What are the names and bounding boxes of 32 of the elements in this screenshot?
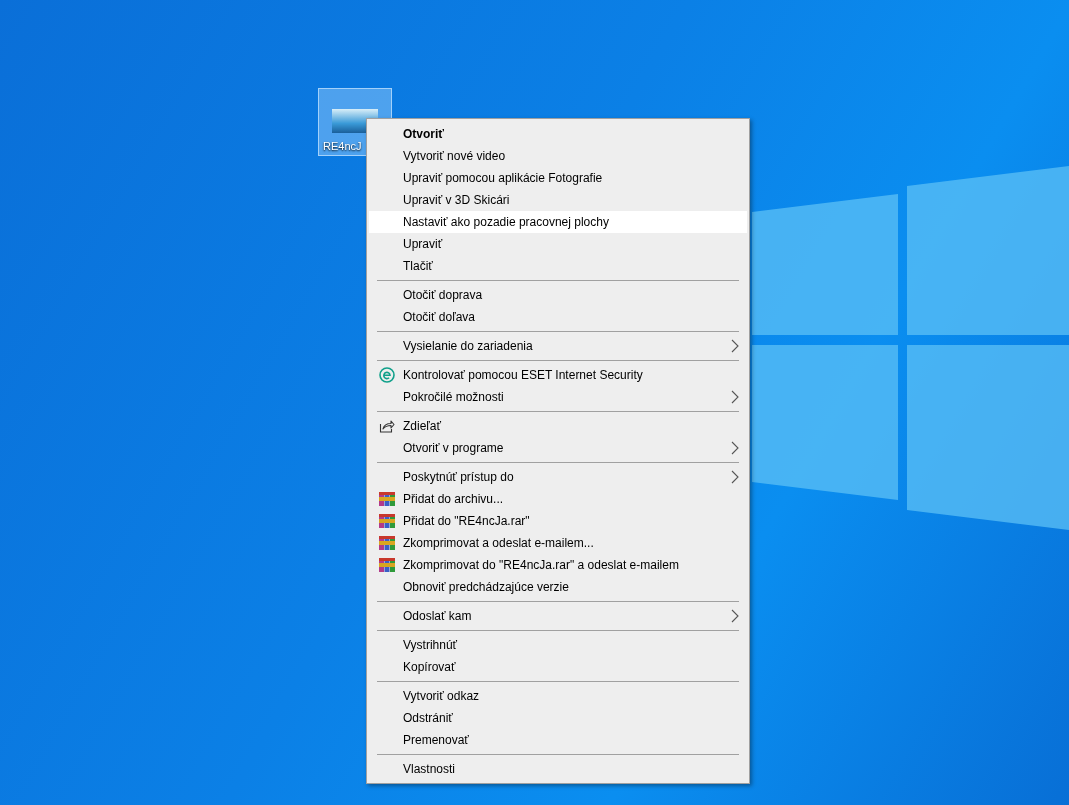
share-icon <box>379 418 395 434</box>
menu-item[interactable]: Odstrániť <box>369 707 747 729</box>
menu-item[interactable]: Otočiť doľava <box>369 306 747 328</box>
menu-item[interactable]: Tlačiť <box>369 255 747 277</box>
archive-books-icon <box>379 557 395 573</box>
file-name: RE4ncJ <box>322 140 362 152</box>
menu-item[interactable]: Zdieľať <box>369 415 747 437</box>
menu-item[interactable]: Upraviť v 3D Skicári <box>369 189 747 211</box>
menu-item[interactable]: Zkomprimovat do "RE4ncJa.rar" a odeslat e-mailem <box>369 554 747 576</box>
archive-books-icon <box>379 491 395 507</box>
menu-item[interactable]: Kontrolovať pomocou ESET Internet Security <box>369 364 747 386</box>
archive-books-icon <box>379 535 395 551</box>
menu-item[interactable]: Odoslať kam <box>369 605 747 627</box>
menu-item[interactable]: Premenovať <box>369 729 747 751</box>
menu-item[interactable]: Vytvoriť odkaz <box>369 685 747 707</box>
menu-item[interactable]: Nastaviť ako pozadie pracovnej plochy <box>369 211 747 233</box>
menu-item[interactable]: Otvoriť v programe <box>369 437 747 459</box>
e-logo-icon <box>379 367 395 383</box>
menu-item[interactable]: Vlastnosti <box>369 758 747 780</box>
menu-item[interactable]: Poskytnúť prístup do <box>369 466 747 488</box>
menu-item[interactable]: Vysielanie do zariadenia <box>369 335 747 357</box>
menu-item[interactable]: Obnoviť predchádzajúce verzie <box>369 576 747 598</box>
menu-item[interactable]: Vystrihnúť <box>369 634 747 656</box>
menu-item[interactable]: Pokročilé možnosti <box>369 386 747 408</box>
menu-item[interactable]: Upraviť <box>369 233 747 255</box>
menu-item[interactable]: Otočiť doprava <box>369 284 747 306</box>
menu-item[interactable]: Přidat do "RE4ncJa.rar" <box>369 510 747 532</box>
menu-item[interactable]: Kopírovať <box>369 656 747 678</box>
menu-item[interactable]: Přidat do archivu... <box>369 488 747 510</box>
menu-item[interactable]: Zkomprimovat a odeslat e-mailem... <box>369 532 747 554</box>
menu-item[interactable]: Upraviť pomocou aplikácie Fotografie <box>369 167 747 189</box>
archive-books-icon <box>379 513 395 529</box>
